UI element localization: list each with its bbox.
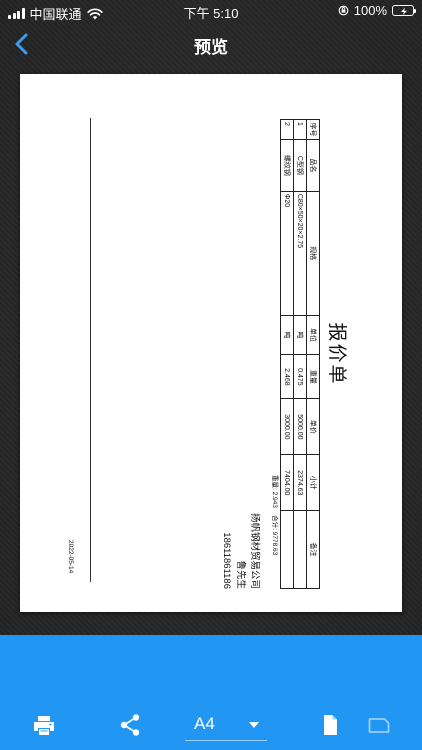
status-bar: 中国联通 下午 5:10 100%	[0, 0, 422, 22]
totals-line: 重量: 2.943 合计: 9778.63	[271, 475, 281, 555]
table-cell: 螺纹钢	[280, 139, 294, 192]
column-header: 重量	[306, 354, 320, 399]
column-header: 序号	[306, 119, 320, 140]
paper-size-underline	[185, 740, 267, 741]
contact-phone: 18611861186	[221, 532, 232, 589]
table-cell: 吨	[280, 315, 294, 355]
rotated-quotation: 报价单 序号 品名 规格 单位 重量 单价 小计 备注 1 C型钢 C80×50…	[56, 119, 356, 589]
table-cell: 0.475	[293, 354, 307, 399]
column-header: 小计	[306, 454, 320, 511]
table-header-row: 序号 品名 规格 单位 重量 单价 小计 备注	[306, 119, 320, 589]
page-title: 预览	[194, 38, 228, 57]
landscape-page-icon[interactable]	[367, 713, 391, 737]
table-cell: 3000.00	[280, 398, 294, 455]
table-cell: 吨	[293, 315, 307, 355]
table-cell: Φ20	[280, 191, 294, 316]
signature-line	[90, 118, 91, 582]
document-date: 2022-05-14	[67, 540, 74, 574]
table-cell: 2374.63	[293, 454, 307, 511]
weight-value: 2.943	[271, 491, 278, 508]
table-cell: C型钢	[293, 139, 307, 192]
company-name: 扬帆钢材贸易公司	[249, 512, 260, 589]
table-cell: 5000.00	[293, 398, 307, 455]
column-header: 备注	[306, 510, 320, 589]
column-header: 单价	[306, 398, 320, 455]
document-preview-page: 报价单 序号 品名 规格 单位 重量 单价 小计 备注 1 C型钢 C80×50…	[20, 74, 402, 612]
quotation-table: 序号 品名 规格 单位 重量 单价 小计 备注 1 C型钢 C80×50×20×…	[280, 119, 320, 589]
table-row: 2 螺纹钢 Φ20 吨 2.468 3000.00 7404.00	[280, 119, 294, 589]
table-cell: 1	[293, 119, 307, 140]
table-cell	[293, 510, 307, 589]
column-header: 品名	[306, 139, 320, 192]
table-row: 1 C型钢 C80×50×20×2.75 吨 0.475 5000.00 237…	[293, 119, 307, 589]
total-value: 9778.63	[271, 531, 278, 556]
document-title: 报价单	[326, 322, 347, 386]
share-icon[interactable]	[119, 713, 141, 737]
orientation-lock-icon	[338, 5, 349, 16]
table-cell	[280, 510, 294, 589]
battery-icon	[392, 5, 416, 16]
column-header: 单位	[306, 315, 320, 355]
column-header: 规格	[306, 191, 320, 316]
weight-label: 重量:	[271, 475, 278, 490]
portrait-page-icon[interactable]	[320, 713, 340, 737]
contact-name: 鲁先生	[235, 560, 246, 589]
nav-bar: 预览	[0, 22, 422, 66]
table-cell: 7404.00	[280, 454, 294, 511]
dropdown-caret-icon[interactable]	[249, 722, 259, 728]
company-block: 扬帆钢材贸易公司 鲁先生 18611861186	[219, 499, 261, 589]
table-cell: 2	[280, 119, 294, 140]
table-cell: C80×50×20×2.75	[293, 191, 307, 316]
printer-icon[interactable]	[32, 713, 56, 737]
battery-percent: 100%	[353, 3, 387, 18]
paper-size-select[interactable]: A4	[194, 714, 215, 734]
table-cell: 2.468	[280, 354, 294, 399]
total-label: 合计:	[271, 515, 278, 530]
